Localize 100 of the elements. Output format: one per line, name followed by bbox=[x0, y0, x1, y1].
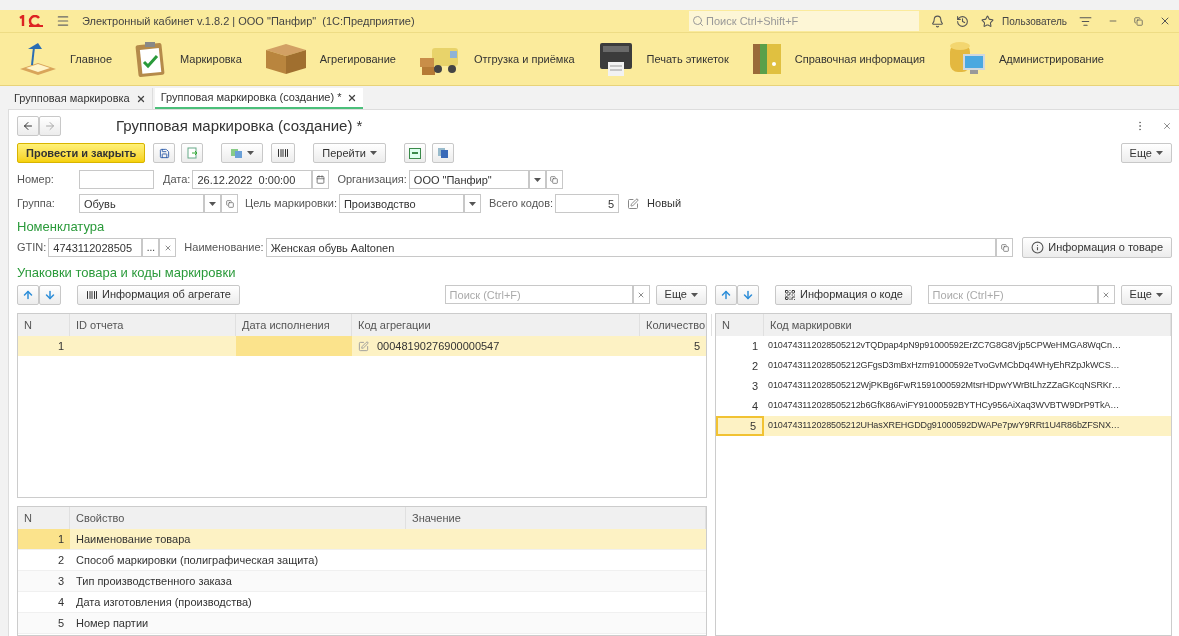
table-row[interactable]: 1 00048190276900000547 5 bbox=[18, 336, 706, 356]
search-field[interactable]: Поиск (Ctrl+F) bbox=[444, 285, 633, 304]
menu-icon[interactable] bbox=[56, 14, 70, 28]
back-button[interactable] bbox=[17, 116, 39, 136]
create-based-on-button[interactable] bbox=[221, 143, 264, 163]
tab[interactable]: Групповая маркировка (создание) * bbox=[154, 88, 364, 109]
open-button[interactable] bbox=[996, 238, 1014, 257]
pages-icon bbox=[436, 147, 449, 159]
history-icon[interactable] bbox=[956, 14, 970, 28]
caret-icon bbox=[1156, 292, 1163, 297]
search-field[interactable]: Поиск (Ctrl+F) bbox=[927, 285, 1098, 304]
table-cell-text: 3 bbox=[750, 378, 759, 394]
product-name-field[interactable]: Женская обувь Aaltonen bbox=[265, 238, 997, 257]
clear-icon bbox=[163, 243, 172, 252]
document-button[interactable] bbox=[181, 143, 204, 163]
date-field[interactable]: 26.12.2022 0:00:00 bbox=[192, 170, 313, 189]
table-cell-text: 0104743112028505212WjPKBg6FwR1591000592MtsrHDpwYWrBtLhzZZaGKcqNSRKr… bbox=[767, 379, 1122, 393]
table-cell-text: 0104743112028505212UHasXREHGDDg91000592DWAPe7pwY9RRt1U4R86bZFSNX… bbox=[767, 419, 1121, 433]
move-down-button[interactable] bbox=[737, 284, 759, 305]
logo-icon bbox=[18, 15, 44, 27]
section-heading: Номенклатура bbox=[17, 220, 106, 234]
arrow-left-icon bbox=[22, 120, 34, 132]
barcode-icon bbox=[277, 147, 290, 159]
caret-icon bbox=[1156, 151, 1163, 155]
user-name[interactable]: Пользователь bbox=[1002, 13, 1067, 29]
arrow-down-icon bbox=[742, 288, 754, 301]
box-icon bbox=[263, 42, 308, 76]
close-icon[interactable] bbox=[135, 93, 146, 104]
arrow-right-icon bbox=[44, 120, 56, 132]
section-item[interactable]: Главное bbox=[18, 33, 135, 85]
section-item[interactable]: Печать этикеток bbox=[596, 33, 751, 85]
table-cell: 1 bbox=[18, 529, 70, 549]
caret-icon bbox=[468, 201, 476, 206]
table-row[interactable]: 1 Наименование товара bbox=[18, 529, 706, 550]
arrow-up-icon bbox=[22, 288, 34, 301]
table-cell-text: 0104743112028505212b6GfK86AviFY91000592BYTHCy956AiXaq3WVBTW9DrP9TkA… bbox=[767, 399, 1121, 413]
section-item[interactable]: Агрегирование bbox=[263, 33, 418, 85]
report-button[interactable] bbox=[403, 143, 426, 163]
bell-icon[interactable] bbox=[931, 14, 945, 28]
select-button[interactable]: ... bbox=[142, 238, 160, 257]
barcode-button[interactable] bbox=[271, 143, 296, 163]
table-cell-text: 5 bbox=[692, 338, 701, 354]
restore-icon[interactable] bbox=[1134, 16, 1143, 26]
table-cell-text: Дата изготовления (производства) bbox=[75, 594, 253, 610]
field-label: Организация: bbox=[337, 172, 407, 188]
table-cell: 00048190276900000547 bbox=[352, 336, 640, 356]
more-button[interactable]: Еще bbox=[1120, 284, 1172, 305]
table-cell-text: Способ маркировки (полиграфическая защита) bbox=[75, 552, 320, 568]
goto-button[interactable]: Перейти bbox=[313, 143, 386, 163]
section-item[interactable]: Маркировка bbox=[134, 33, 264, 85]
code-info-button[interactable]: Информация о коде bbox=[775, 284, 912, 305]
move-down-button[interactable] bbox=[39, 284, 61, 305]
close-icon[interactable] bbox=[1159, 15, 1171, 27]
group-field[interactable]: Обувь bbox=[79, 194, 204, 213]
arrow-down-icon bbox=[44, 288, 56, 301]
purpose-field[interactable]: Производство bbox=[338, 194, 464, 213]
copy-button[interactable] bbox=[431, 143, 454, 163]
product-info-button[interactable]: Информация о товаре bbox=[1022, 237, 1172, 258]
more-button[interactable]: Еще bbox=[655, 284, 707, 305]
number-field[interactable] bbox=[79, 170, 154, 189]
total-codes-field[interactable]: 5 bbox=[555, 194, 620, 213]
table-cell-text: 4 bbox=[56, 594, 65, 610]
field-label: GTIN: bbox=[17, 240, 47, 256]
section-item[interactable]: Отгрузка и приёмка bbox=[417, 33, 597, 85]
caret-icon bbox=[533, 177, 541, 182]
open-icon bbox=[550, 175, 559, 184]
table-row[interactable]: 5 0104743112028505212UHasXREHGDDg91000592DWAPe7pwY9RRt1U4R86bZFSNX… bbox=[716, 416, 1171, 436]
gtin-field[interactable]: 4743112028505 bbox=[48, 238, 143, 257]
search-icon bbox=[692, 15, 705, 27]
section-heading: Упаковки товара и коды маркировки bbox=[17, 266, 237, 280]
table-cell-text: 2 bbox=[750, 358, 759, 374]
organization-field[interactable]: ООО "Панфир" bbox=[408, 170, 529, 189]
calendar-button[interactable] bbox=[312, 170, 330, 189]
settings-menu-icon[interactable] bbox=[1079, 14, 1092, 28]
search-field[interactable]: Поиск Ctrl+Shift+F bbox=[689, 11, 920, 31]
clear-button[interactable] bbox=[159, 238, 177, 257]
spreadsheet-icon bbox=[408, 147, 421, 159]
dropdown-button[interactable] bbox=[204, 194, 221, 213]
caret-icon bbox=[691, 292, 698, 297]
aggregate-info-button[interactable]: Информация об агрегате bbox=[77, 284, 240, 305]
table-row[interactable]: 3 Тип производственного заказа bbox=[18, 571, 706, 592]
star-icon[interactable] bbox=[981, 14, 995, 28]
move-up-button[interactable] bbox=[715, 284, 737, 305]
section-item[interactable]: Администрирование bbox=[947, 33, 1126, 85]
clear-icon bbox=[1102, 290, 1111, 299]
edit-icon[interactable] bbox=[627, 197, 640, 210]
close-icon[interactable] bbox=[347, 92, 358, 103]
table-cell-text: 4 bbox=[750, 398, 759, 414]
section-item[interactable]: Справочная информация bbox=[750, 33, 948, 85]
caret-icon bbox=[369, 151, 377, 155]
table-cell-text: 1 bbox=[56, 338, 65, 354]
forward-button[interactable] bbox=[39, 116, 61, 136]
calendar-icon bbox=[316, 175, 326, 184]
table-row[interactable]: 5 Номер партии bbox=[18, 613, 706, 634]
more-button[interactable]: Еще bbox=[1120, 143, 1172, 163]
move-up-button[interactable] bbox=[17, 284, 39, 305]
post-and-close-button[interactable]: Провести и закрыть bbox=[17, 143, 146, 163]
field-label: Всего кодов: bbox=[488, 196, 554, 212]
save-button[interactable] bbox=[153, 143, 176, 163]
open-icon bbox=[1000, 243, 1009, 252]
